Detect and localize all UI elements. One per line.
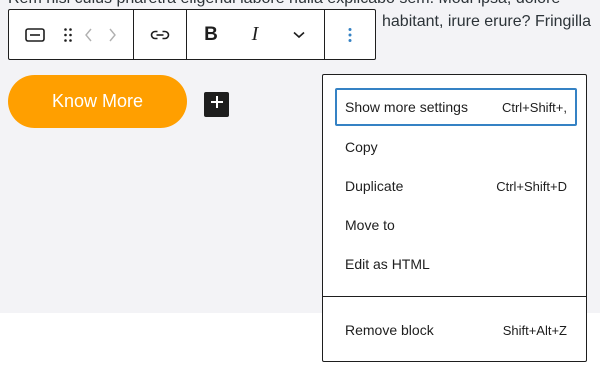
move-left-icon <box>84 27 94 43</box>
toolbar-group-link <box>134 10 187 59</box>
block-toolbar: B I <box>8 9 376 60</box>
block-inserter-button[interactable] <box>204 92 229 117</box>
link-button[interactable] <box>134 10 186 59</box>
menu-item-label: Copy <box>345 139 378 155</box>
menu-item-label: Move to <box>345 217 395 233</box>
menu-item-duplicate[interactable]: Duplicate Ctrl+Shift+D <box>335 167 577 205</box>
menu-item-remove-block[interactable]: Remove block Shift+Alt+Z <box>335 311 577 349</box>
options-button[interactable] <box>325 10 375 59</box>
toolbar-group-options <box>325 10 375 59</box>
paragraph-text-right[interactable]: habitant, irure erure? Fringilla <box>382 12 591 32</box>
link-icon <box>149 29 171 41</box>
menu-item-shortcut: Shift+Alt+Z <box>502 322 567 338</box>
block-type-button[interactable] <box>9 10 61 59</box>
bold-icon: B <box>204 23 218 45</box>
toolbar-group-block <box>9 10 134 59</box>
chevron-down-icon <box>292 30 306 40</box>
block-options-menu: Show more settings Ctrl+Shift+, Copy Dup… <box>322 74 587 362</box>
italic-icon: I <box>251 23 259 45</box>
menu-item-show-more-settings[interactable]: Show more settings Ctrl+Shift+, <box>335 88 577 126</box>
menu-item-move-to[interactable]: Move to <box>335 206 577 244</box>
move-right-icon <box>107 27 117 43</box>
toolbar-group-format: B I <box>187 10 325 59</box>
drag-handle-icon <box>63 27 73 43</box>
move-right-button[interactable] <box>103 10 121 59</box>
menu-item-label: Remove block <box>345 322 434 338</box>
bold-button[interactable]: B <box>187 10 235 59</box>
paragraph-text-top[interactable]: Rem nisi culus pharetra eligendi labore … <box>8 0 560 9</box>
drag-handle[interactable] <box>61 10 75 59</box>
more-formatting-button[interactable] <box>275 10 323 59</box>
menu-item-shortcut: Ctrl+Shift+D <box>496 178 567 194</box>
menu-item-edit-as-html[interactable]: Edit as HTML <box>335 245 577 283</box>
menu-item-shortcut: Ctrl+Shift+, <box>501 99 567 115</box>
menu-item-label: Edit as HTML <box>345 256 430 272</box>
plus-icon <box>210 95 224 114</box>
button-block-icon <box>25 27 45 42</box>
menu-divider <box>323 296 586 297</box>
menu-item-label: Show more settings <box>345 99 468 115</box>
know-more-button[interactable]: Know More <box>8 75 187 128</box>
menu-item-copy[interactable]: Copy <box>335 128 577 166</box>
move-left-button[interactable] <box>75 10 103 59</box>
more-options-icon <box>348 27 352 43</box>
menu-item-label: Duplicate <box>345 178 404 194</box>
italic-button[interactable]: I <box>235 10 275 59</box>
